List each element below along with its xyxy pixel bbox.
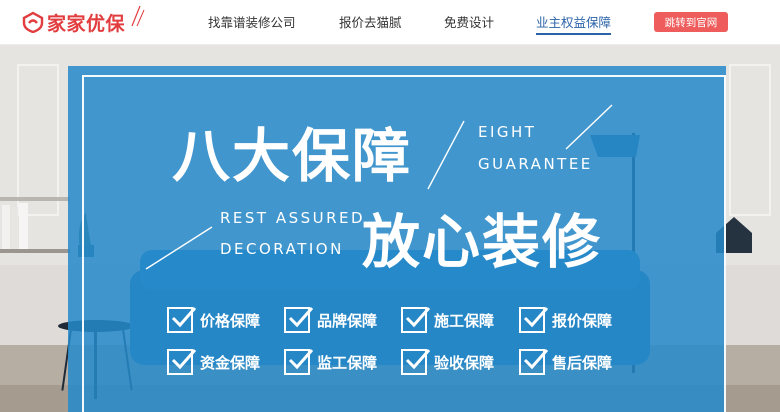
subtitle-rest-assured-en: REST ASSURED DECORATION (220, 209, 365, 258)
top-nav-bar: 家家优保 找靠谱装修公司 报价去猫腻 免费设计 业主权益保障 跳转到官网 (0, 0, 780, 45)
title-eight-guarantees-en-line2: GUARANTEE (478, 155, 593, 173)
guarantee-label: 品牌保障 (317, 311, 378, 330)
guarantee-label: 施工保障 (434, 311, 495, 330)
guarantee-item: 监工保障 (284, 345, 377, 379)
subtitle-rest-assured-en-line1: REST ASSURED (220, 209, 366, 227)
guarantee-label: 资金保障 (200, 353, 261, 372)
guarantee-label: 价格保障 (200, 311, 261, 330)
guarantee-item: 验收保障 (401, 345, 494, 379)
checkbox-icon (167, 307, 197, 333)
guarantee-item: 施工保障 (401, 303, 494, 337)
logo-text: 家家优保 (47, 12, 126, 35)
title-eight-guarantees: 八大保障 (172, 122, 413, 190)
title-eight-guarantees-en: EIGHT GUARANTEE (478, 123, 593, 173)
home-shield-logo-icon (22, 11, 44, 33)
guarantee-list: 价格保障 品牌保障 施工保障 报价保障 资金保障 监工保障 验收保障 售后保障 (167, 303, 647, 383)
logo[interactable]: 家家优保 (22, 4, 125, 40)
title-eight-guarantees-en-line1: EIGHT (478, 123, 537, 141)
subtitle-rest-assured-en-line2: DECORATION (220, 240, 344, 258)
checkbox-icon (167, 349, 197, 375)
goto-official-site-button[interactable]: 跳转到官网 (654, 12, 728, 32)
guarantee-item: 价格保障 (167, 303, 260, 337)
logo-brush-strokes-icon (131, 5, 145, 27)
checkbox-icon (519, 349, 549, 375)
guarantee-label: 报价保障 (552, 311, 613, 330)
checkbox-icon (519, 307, 549, 333)
guarantee-item: 资金保障 (167, 345, 260, 379)
checkbox-icon (284, 307, 314, 333)
guarantee-item: 售后保障 (519, 345, 612, 379)
subtitle-rest-assured-decoration: 放心装修 (362, 208, 603, 276)
nav-owner-rights[interactable]: 业主权益保障 (536, 12, 612, 35)
checkbox-icon (401, 349, 431, 375)
checkbox-icon (401, 307, 431, 333)
guarantee-label: 售后保障 (552, 353, 613, 372)
hero-banner: 八大保障 EIGHT GUARANTEE REST ASSURED DECORA… (0, 45, 780, 412)
guarantee-label: 监工保障 (317, 353, 378, 372)
checkbox-icon (284, 349, 314, 375)
guarantee-item: 品牌保障 (284, 303, 377, 337)
nav-quote-check[interactable]: 报价去猫腻 (339, 12, 402, 31)
guarantee-item: 报价保障 (519, 303, 612, 337)
nav-free-design[interactable]: 免费设计 (444, 12, 494, 31)
nav-find-company[interactable]: 找靠谱装修公司 (208, 12, 296, 31)
guarantee-label: 验收保障 (434, 353, 495, 372)
